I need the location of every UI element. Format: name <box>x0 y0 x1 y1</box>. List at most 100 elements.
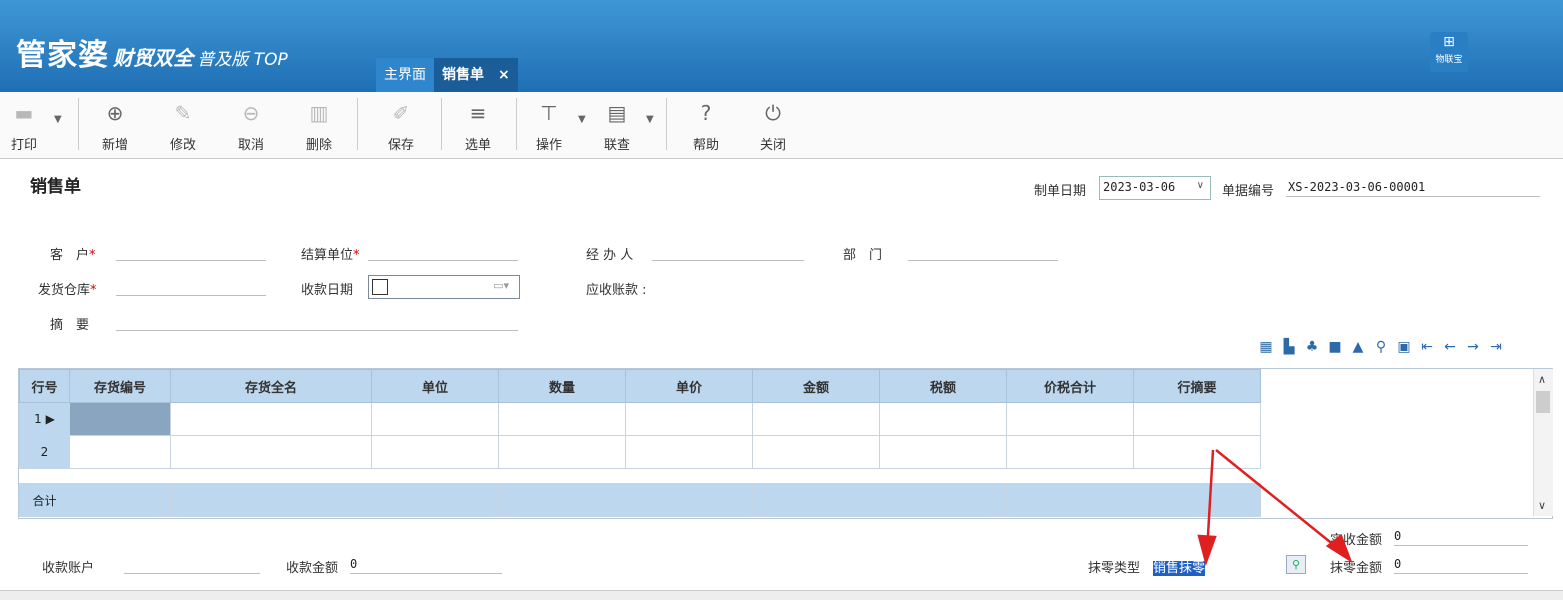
table-row[interactable]: 2 <box>19 435 1261 469</box>
iot-button[interactable]: ⊞ 物联宝 <box>1430 32 1468 72</box>
calendar-icon[interactable]: ▭▾ <box>493 279 509 292</box>
col-header[interactable]: 价税合计 <box>1006 369 1134 403</box>
col-header[interactable]: 数量 <box>498 369 626 403</box>
help-button[interactable]: ? 帮助 <box>681 98 731 153</box>
row-number[interactable]: 1 ▶ <box>19 402 70 436</box>
handler-field[interactable] <box>652 244 804 261</box>
table-cell[interactable] <box>879 402 1007 436</box>
col-header[interactable]: 金额 <box>752 369 880 403</box>
link-query-button[interactable]: ▤ 联查 <box>592 98 642 153</box>
search-icon[interactable]: ⚲ <box>1286 555 1306 574</box>
first-icon[interactable]: ⇤ <box>1417 336 1437 358</box>
table-cell[interactable] <box>69 402 171 436</box>
table-cell[interactable] <box>625 402 753 436</box>
calculator-icon[interactable]: ▣ <box>1394 336 1414 358</box>
last-icon[interactable]: ⇥ <box>1486 336 1506 358</box>
date-value: 2023-03-06 <box>1103 180 1176 194</box>
tab-main[interactable]: 主界面 <box>376 58 434 92</box>
table-row[interactable]: 1 ▶ <box>19 402 1261 436</box>
next-icon[interactable]: → <box>1463 336 1483 358</box>
minus-circle-icon: ⊖ <box>242 101 260 125</box>
barcode-icon[interactable]: ▙ <box>1279 336 1299 358</box>
table-cell[interactable] <box>752 402 880 436</box>
logo-main: 管家婆 <box>16 38 109 73</box>
tab-sales-order[interactable]: 销售单 × <box>434 58 518 92</box>
select-order-button[interactable]: ≡ 选单 <box>453 98 503 153</box>
table-cell[interactable] <box>498 402 626 436</box>
receive-date-picker[interactable]: ▭▾ <box>368 275 520 299</box>
col-header[interactable]: 单位 <box>371 369 499 403</box>
users-icon[interactable]: ♣ <box>1302 336 1322 358</box>
add-button[interactable]: ⊕ 新增 <box>90 98 140 153</box>
table-cell[interactable] <box>170 435 372 469</box>
dept-field[interactable] <box>908 244 1058 261</box>
toolbar-divider <box>441 98 442 150</box>
close-button[interactable]: ⏻ 关闭 <box>748 98 798 153</box>
total-label: 合计 <box>19 483 70 517</box>
chevron-down-icon: ∨ <box>1196 180 1204 191</box>
row-number[interactable]: 2 <box>19 435 70 469</box>
table-cell[interactable] <box>69 435 171 469</box>
search-icon[interactable]: ⚲ <box>1371 336 1391 358</box>
receive-date-checkbox[interactable] <box>372 279 388 295</box>
warehouse-field[interactable] <box>116 279 266 296</box>
table-cell[interactable] <box>1006 402 1134 436</box>
cancel-button[interactable]: ⊖ 取消 <box>226 98 276 153</box>
chevron-down-icon[interactable]: ▼ <box>646 114 654 125</box>
operate-button[interactable]: ⊤ 操作 <box>524 98 574 153</box>
settle-unit-label: 结算单位* <box>301 248 360 263</box>
chevron-down-icon[interactable]: ∨ <box>1538 499 1546 512</box>
delete-button[interactable]: ▥ 删除 <box>294 98 344 153</box>
col-header[interactable]: 行摘要 <box>1133 369 1261 403</box>
table-cell[interactable] <box>498 435 626 469</box>
col-header[interactable]: 存货全名 <box>170 369 372 403</box>
settle-unit-field[interactable] <box>368 244 518 261</box>
table-cell[interactable] <box>1133 402 1261 436</box>
table-cell[interactable] <box>752 435 880 469</box>
table-cell[interactable] <box>879 435 1007 469</box>
save-icon: ✐ <box>392 101 410 125</box>
col-header[interactable]: 存货编号 <box>69 369 171 403</box>
table-cell[interactable] <box>1133 435 1261 469</box>
table-cell[interactable] <box>170 402 372 436</box>
chevron-up-icon[interactable]: ∧ <box>1538 373 1546 386</box>
col-header[interactable]: 行号 <box>19 369 70 403</box>
prev-icon[interactable]: ← <box>1440 336 1460 358</box>
col-header[interactable]: 单价 <box>625 369 753 403</box>
save-icon[interactable]: ■ <box>1325 336 1345 358</box>
summary-field[interactable] <box>116 314 518 331</box>
table-cell[interactable] <box>371 402 499 436</box>
col-header[interactable]: 税额 <box>879 369 1007 403</box>
qr-icon[interactable]: ▦ <box>1256 336 1276 358</box>
recv-amount-field[interactable]: 0 <box>350 557 502 574</box>
actual-amount-field[interactable]: 0 <box>1394 529 1528 546</box>
doc-no-field[interactable]: XS-2023-03-06-00001 <box>1286 180 1540 197</box>
round-amount-label: 抹零金额 <box>1330 561 1383 576</box>
close-tab-icon[interactable]: × <box>498 67 510 83</box>
table-cell[interactable] <box>1006 435 1134 469</box>
chevron-down-icon[interactable]: ▼ <box>578 114 586 125</box>
round-amount-field[interactable]: 0 <box>1394 557 1528 574</box>
account-label: 收款账户 <box>42 561 95 576</box>
customer-field[interactable] <box>116 244 266 261</box>
summary-label: 摘 要 <box>50 318 90 333</box>
vertical-scrollbar[interactable]: ∧ ∨ <box>1533 369 1553 516</box>
grid-toolbar: ▦ ▙ ♣ ■ ▲ ⚲ ▣ ⇤ ← → ⇥ <box>1256 336 1506 358</box>
chevron-down-icon[interactable]: ▼ <box>54 114 62 125</box>
home-icon[interactable]: ▲ <box>1348 336 1368 358</box>
help-icon: ? <box>700 101 712 125</box>
save-button[interactable]: ✐ 保存 <box>376 98 426 153</box>
trash-icon: ▥ <box>309 101 329 125</box>
toolbar-divider <box>357 98 358 150</box>
date-picker[interactable]: 2023-03-06 ∨ <box>1099 176 1211 200</box>
row-pointer-icon: ▶ <box>45 412 55 426</box>
table-cell[interactable] <box>625 435 753 469</box>
print-button[interactable]: ▬ 打印 <box>4 98 44 153</box>
round-type-field[interactable]: 销售抹零 <box>1153 557 1283 576</box>
select-order-icon: ≡ <box>469 101 487 125</box>
account-field[interactable] <box>124 557 260 574</box>
table-cell[interactable] <box>371 435 499 469</box>
edit-button[interactable]: ✎ 修改 <box>158 98 208 153</box>
scrollbar-thumb[interactable] <box>1536 391 1550 413</box>
date-label: 制单日期 <box>1034 184 1087 199</box>
